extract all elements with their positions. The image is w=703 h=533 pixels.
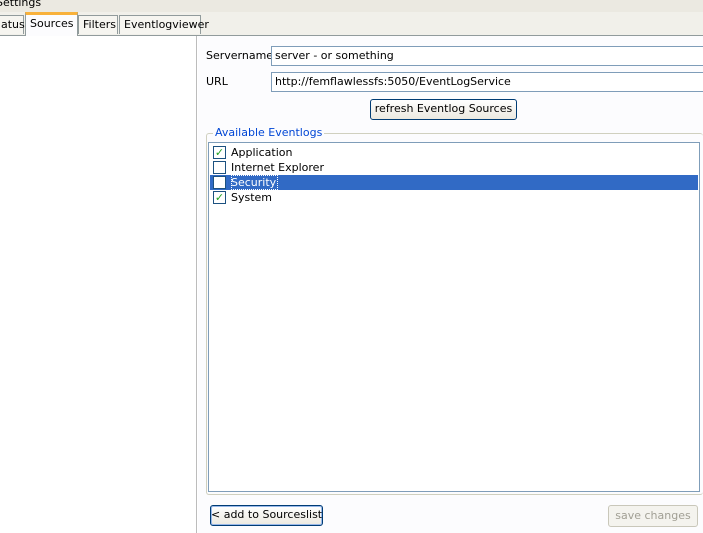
tab-strip: atus Sources Filters Eventlogviewer bbox=[0, 12, 703, 36]
url-input[interactable]: http://femflawlessfs:5050/EventLogServic… bbox=[271, 72, 703, 92]
tab-eventlogviewer-label: Eventlogviewer bbox=[124, 18, 209, 31]
eventlog-item-label: Security bbox=[231, 175, 279, 190]
available-eventlogs-label: Available Eventlogs bbox=[213, 126, 325, 139]
checkbox-unchecked-icon[interactable] bbox=[213, 161, 226, 174]
eventlog-item-label: System bbox=[231, 191, 273, 204]
checkbox-checked-icon[interactable]: ✓ bbox=[213, 146, 226, 159]
tab-sources-label: Sources bbox=[30, 17, 74, 30]
refresh-eventlog-sources-button[interactable]: refresh Eventlog Sources bbox=[370, 99, 517, 120]
eventlog-item-security[interactable]: Security bbox=[210, 175, 698, 190]
eventlog-checklist[interactable]: ✓ Application Internet Explorer Security… bbox=[208, 142, 700, 492]
eventlog-item-system[interactable]: ✓ System bbox=[210, 190, 698, 205]
tab-filters-label: Filters bbox=[83, 18, 116, 31]
eventlog-item-application[interactable]: ✓ Application bbox=[210, 145, 698, 160]
eventlog-item-label: Application bbox=[231, 146, 293, 159]
checkbox-unchecked-icon[interactable] bbox=[213, 176, 226, 189]
add-to-sourceslist-button[interactable]: < add to Sourceslist bbox=[210, 505, 323, 526]
url-label: URL bbox=[206, 75, 228, 88]
title-bar: Settings bbox=[0, 0, 703, 12]
tab-status-label: atus bbox=[1, 18, 25, 31]
tab-sources[interactable]: Sources bbox=[25, 12, 78, 36]
window-title: Settings bbox=[0, 0, 42, 9]
save-changes-button[interactable]: save changes bbox=[608, 505, 698, 527]
tab-eventlogviewer[interactable]: Eventlogviewer bbox=[119, 15, 209, 34]
eventlog-item-internet-explorer[interactable]: Internet Explorer bbox=[210, 160, 698, 175]
tab-status[interactable]: atus bbox=[0, 15, 25, 34]
servername-input[interactable]: server - or something bbox=[271, 46, 703, 66]
checkbox-checked-icon[interactable]: ✓ bbox=[213, 191, 226, 204]
tab-filters[interactable]: Filters bbox=[78, 15, 118, 34]
eventlog-item-label: Internet Explorer bbox=[231, 161, 324, 174]
sources-list-panel[interactable] bbox=[0, 36, 197, 533]
servername-label: Servername bbox=[206, 49, 274, 62]
